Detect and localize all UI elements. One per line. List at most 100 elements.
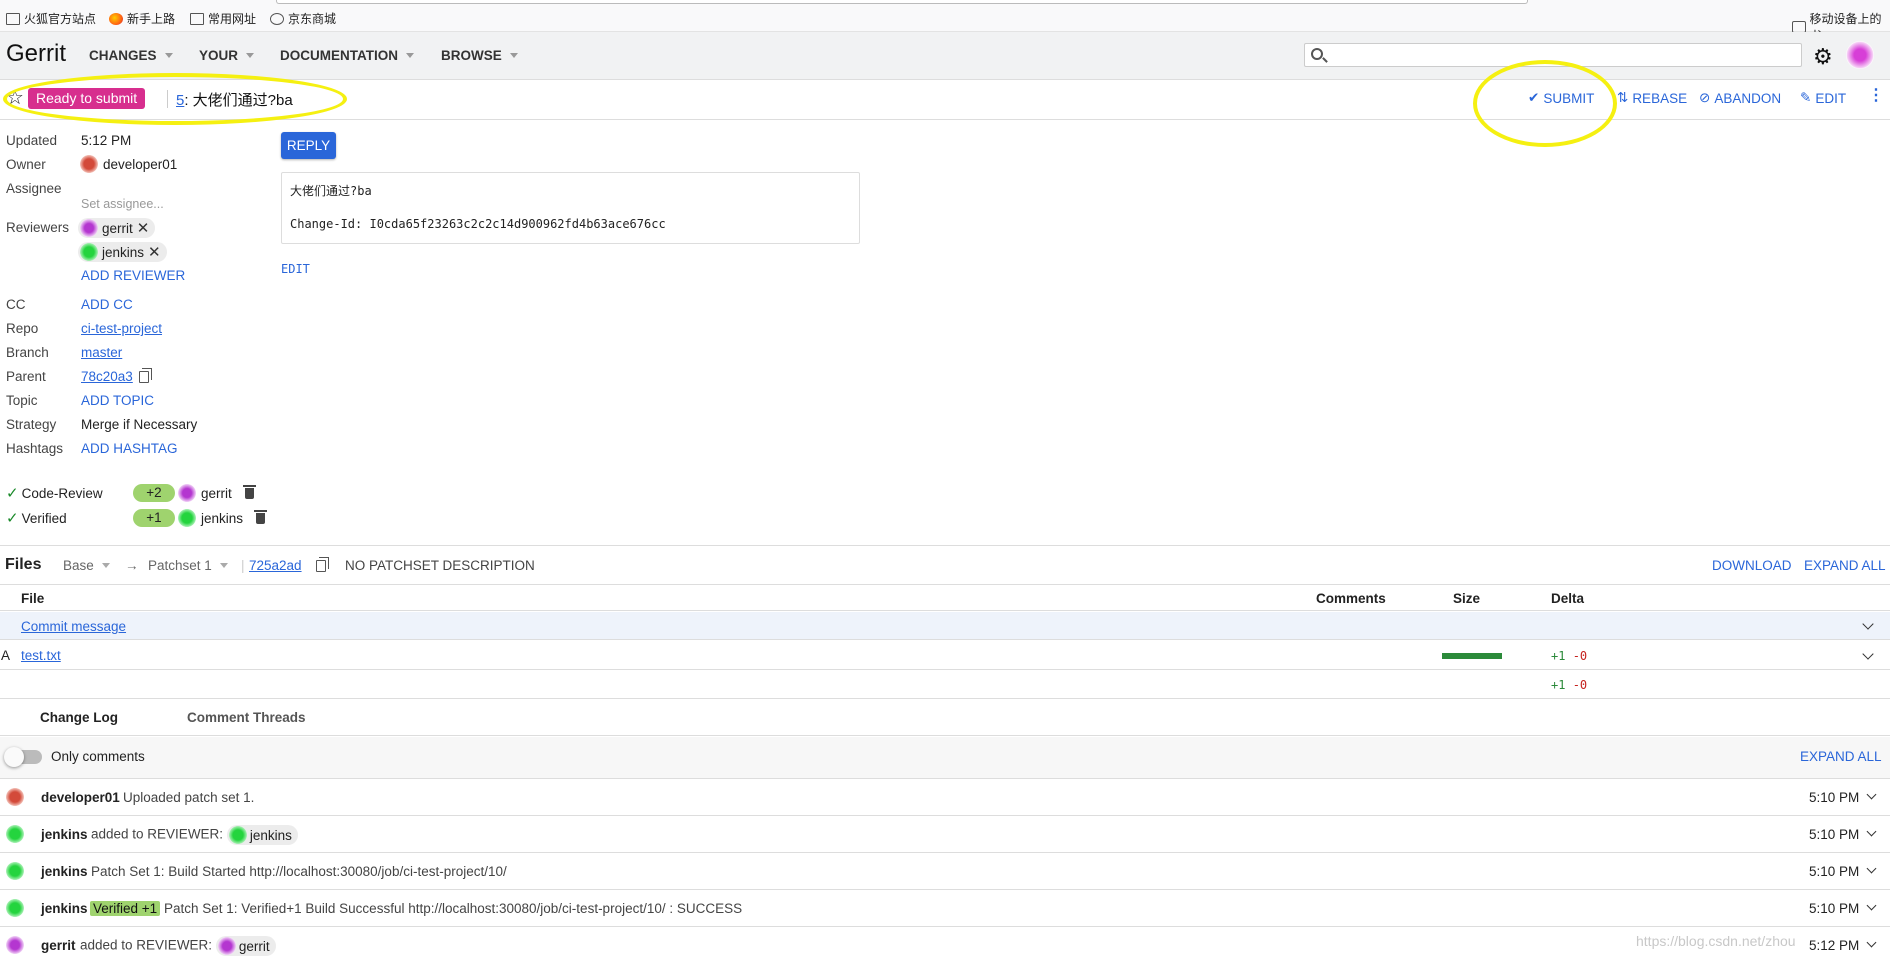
file-delta: +1 -0: [1551, 649, 1588, 663]
bookmark-common-sites[interactable]: 常用网址: [190, 10, 256, 27]
firefox-icon: [109, 12, 123, 25]
message-text: Uploaded patch set 1.: [123, 790, 255, 805]
add-hashtag-button[interactable]: ADD HASHTAG: [81, 441, 178, 456]
edit-commit-message-button[interactable]: EDIT: [281, 262, 310, 276]
user-avatar[interactable]: [1846, 41, 1874, 69]
delete-icon[interactable]: [254, 509, 268, 524]
message-row[interactable]: jenkins Verified +1 Patch Set 1: Verifie…: [0, 890, 1890, 927]
copy-icon[interactable]: [315, 556, 329, 572]
message-text: added to REVIEWER: gerrit: [80, 936, 276, 956]
repo-label: Repo: [6, 321, 39, 336]
gerrit-logo[interactable]: Gerrit: [6, 40, 66, 68]
copy-icon[interactable]: [138, 368, 152, 384]
submit-button[interactable]: ✔ SUBMIT: [1528, 90, 1594, 106]
reply-button[interactable]: REPLY: [281, 132, 336, 159]
search-icon: [1311, 48, 1323, 60]
avatar: [6, 899, 24, 917]
add-reviewer-button[interactable]: ADD REVIEWER: [81, 268, 185, 283]
message-time: 5:12 PM: [1809, 938, 1860, 953]
abandon-button[interactable]: ⊘ ABANDON: [1699, 90, 1781, 106]
menu-documentation[interactable]: DOCUMENTATION: [280, 48, 414, 63]
bookmark-jd[interactable]: 京东商城: [270, 10, 336, 27]
column-comments: Comments: [1316, 591, 1386, 606]
avatar: [80, 243, 98, 261]
menu-changes[interactable]: CHANGES: [89, 48, 173, 63]
only-comments-toggle[interactable]: [4, 747, 42, 767]
tab-change-log[interactable]: Change Log: [40, 710, 118, 725]
delete-icon[interactable]: [242, 484, 256, 499]
file-table-header: File Comments Size Delta: [0, 586, 1890, 611]
expand-all-messages-button[interactable]: EXPAND ALL: [1800, 749, 1882, 764]
chevron-down-icon[interactable]: [1866, 937, 1877, 948]
message-row[interactable]: developer01 Uploaded patch set 1. 5:10 P…: [0, 779, 1890, 816]
chevron-down-icon[interactable]: [1866, 789, 1877, 800]
commit-subject: 大佬们通过?ba: [290, 184, 372, 198]
label-verified: ✓ Verified: [6, 510, 67, 527]
rebase-icon: ⇅: [1617, 90, 1629, 105]
chevron-down-icon: [406, 53, 414, 58]
strategy-label: Strategy: [6, 417, 57, 432]
file-link[interactable]: test.txt: [21, 648, 61, 663]
rebase-button[interactable]: ⇅ REBASE: [1617, 90, 1687, 106]
star-icon[interactable]: ☆: [6, 88, 24, 108]
base-select[interactable]: Base: [63, 558, 110, 573]
bookmarks-bar: 火狐官方站点 新手上路 常用网址 京东商城 移动设备上的书: [0, 0, 1890, 43]
hashtags-label: Hashtags: [6, 441, 64, 456]
download-button[interactable]: DOWNLOAD: [1712, 558, 1792, 573]
total-delta: +1 -0: [1551, 678, 1588, 692]
chevron-down-icon[interactable]: [1866, 863, 1877, 874]
commit-message-link[interactable]: Commit message: [21, 619, 126, 634]
more-vert-icon[interactable]: ⋮: [1868, 88, 1884, 104]
message-row[interactable]: jenkins added to REVIEWER: jenkins 5:10 …: [0, 816, 1890, 853]
parent-label: Parent: [6, 369, 46, 384]
repo-link[interactable]: ci-test-project: [81, 321, 162, 336]
avatar: [6, 788, 24, 806]
chevron-down-icon: [509, 53, 518, 58]
chevron-down-icon[interactable]: [1866, 900, 1877, 911]
owner-value[interactable]: developer01: [80, 155, 177, 173]
gear-icon[interactable]: ⚙: [1813, 46, 1833, 68]
arrow-icon: →: [125, 558, 139, 573]
assignee-input[interactable]: Set assignee...: [81, 197, 164, 211]
bookmark-getting-started[interactable]: 新手上路: [109, 10, 175, 27]
vote-chip: Verified +1: [90, 901, 161, 916]
parent-link[interactable]: 78c20a3: [81, 369, 133, 384]
search-input[interactable]: [1304, 43, 1802, 67]
message-row[interactable]: jenkins Patch Set 1: Build Started http:…: [0, 853, 1890, 890]
tab-comment-threads[interactable]: Comment Threads: [187, 710, 306, 725]
change-title: 5: 大佬们通过?ba: [176, 92, 293, 109]
menu-browse[interactable]: BROWSE: [441, 48, 518, 63]
avatar: [80, 155, 98, 173]
commit-hash-link[interactable]: 725a2ad: [249, 558, 302, 573]
reviewer-chip-jenkins[interactable]: jenkins ✕: [78, 242, 167, 262]
chevron-down-icon[interactable]: [1862, 618, 1874, 630]
message-time: 5:10 PM: [1809, 901, 1860, 916]
expand-all-files-button[interactable]: EXPAND ALL: [1804, 558, 1886, 573]
chevron-down-icon[interactable]: [1862, 648, 1874, 660]
message-text: added to REVIEWER: jenkins: [91, 825, 298, 845]
menu-your[interactable]: YOUR: [199, 48, 255, 63]
branch-link[interactable]: master: [81, 345, 122, 360]
close-icon[interactable]: ✕: [137, 219, 150, 237]
url-bar[interactable]: [276, 0, 1528, 4]
patchset-description: NO PATCHSET DESCRIPTION: [345, 558, 535, 573]
edit-button[interactable]: ✎ EDIT: [1800, 90, 1846, 106]
file-row-commit-message[interactable]: Commit message: [0, 612, 1890, 640]
add-topic-button[interactable]: ADD TOPIC: [81, 393, 154, 408]
reviewer-chip-gerrit[interactable]: gerrit ✕: [78, 218, 156, 238]
close-icon[interactable]: ✕: [148, 243, 161, 261]
assignee-label: Assignee: [6, 181, 62, 196]
patchset-select[interactable]: Patchset 1: [148, 558, 228, 573]
reviewer-chip[interactable]: gerrit: [215, 936, 276, 956]
reviewer-chip[interactable]: jenkins: [226, 825, 298, 845]
chevron-down-icon[interactable]: [1866, 826, 1877, 837]
watermark: https://blog.csdn.net/zhou: [1636, 933, 1796, 949]
voter-jenkins: jenkins: [178, 509, 268, 527]
add-cc-button[interactable]: ADD CC: [81, 297, 133, 312]
avatar: [178, 484, 196, 502]
file-row[interactable]: A test.txt +1 -0: [0, 641, 1890, 670]
chevron-down-icon: [164, 53, 173, 58]
message-row[interactable]: gerrit added to REVIEWER: gerrit 5:12 PM: [0, 927, 1890, 959]
bookmark-firefox-site[interactable]: 火狐官方站点: [6, 10, 96, 27]
message-time: 5:10 PM: [1809, 790, 1860, 805]
